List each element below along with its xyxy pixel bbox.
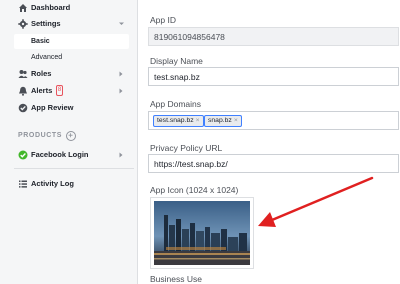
settings-form: App ID 819061094856478 Display Name test… [138,0,400,284]
app-id-field[interactable]: 819061094856478 [148,27,399,46]
sidebar-item-label: Activity Log [31,179,74,188]
chevron-right-icon [119,152,123,158]
chevron-right-icon [119,71,123,77]
sidebar-item-label: Alerts [31,86,53,95]
domain-token[interactable]: snap.bz × [204,115,242,127]
sidebar-item-label: App Review [31,103,74,112]
app-domains-input[interactable]: test.snap.bz × snap.bz × [148,111,399,130]
sidebar-item-facebook-login[interactable]: Facebook Login [0,147,138,163]
chevron-right-icon [119,88,123,94]
plus-icon [68,133,73,138]
remove-token-icon[interactable]: × [234,117,238,124]
sidebar-subitem-advanced[interactable]: Advanced [14,50,129,65]
app-icon-image [154,201,250,265]
green-check-icon [18,150,28,160]
app-icon-label: App Icon (1024 x 1024) [150,185,239,195]
sidebar-item-label: Facebook Login [31,150,89,159]
sidebar-divider [14,168,134,169]
app-id-value: 819061094856478 [154,32,225,42]
sidebar-item-app-review[interactable]: App Review [0,100,138,116]
app-icon-upload[interactable] [150,197,254,269]
sidebar-item-label: Roles [31,69,52,78]
sidebar-item-settings[interactable]: Settings [0,16,138,32]
gear-icon [18,19,28,29]
sidebar-item-roles[interactable]: Roles [0,66,138,82]
domain-token[interactable]: test.snap.bz × [153,115,204,127]
sidebar-item-alerts[interactable]: Alerts 8 [0,83,138,99]
checkmark-shield-icon [18,103,28,113]
city-skyline-image [154,201,250,265]
products-heading: PRODUCTS [18,132,63,139]
sidebar-item-label: Settings [31,19,61,28]
alerts-count-badge: 8 [56,85,63,96]
sidebar-subitem-basic[interactable]: Basic [14,34,129,49]
display-name-input[interactable]: test.snap.bz [148,67,399,86]
sidebar-item-dashboard[interactable]: Dashboard [0,0,138,16]
privacy-url-input[interactable]: https://test.snap.bz/ [148,154,399,173]
privacy-url-label: Privacy Policy URL [150,143,223,153]
bell-icon [19,86,27,96]
app-id-label: App ID [150,15,176,25]
sidebar: Dashboard Settings Basic Advanced Roles … [0,0,138,284]
chevron-down-icon [119,22,124,25]
home-icon [19,4,27,12]
sidebar-item-label: Dashboard [31,3,71,12]
add-product-button[interactable] [66,131,76,141]
business-use-label: Business Use [150,274,202,284]
app-domains-label: App Domains [150,99,202,109]
display-name-label: Display Name [150,56,203,66]
list-icon [19,180,27,188]
remove-token-icon[interactable]: × [196,117,200,124]
people-icon [18,70,28,78]
sidebar-item-activity-log[interactable]: Activity Log [0,176,138,192]
display-name-value: test.snap.bz [154,72,200,82]
privacy-url-value: https://test.snap.bz/ [154,159,228,169]
